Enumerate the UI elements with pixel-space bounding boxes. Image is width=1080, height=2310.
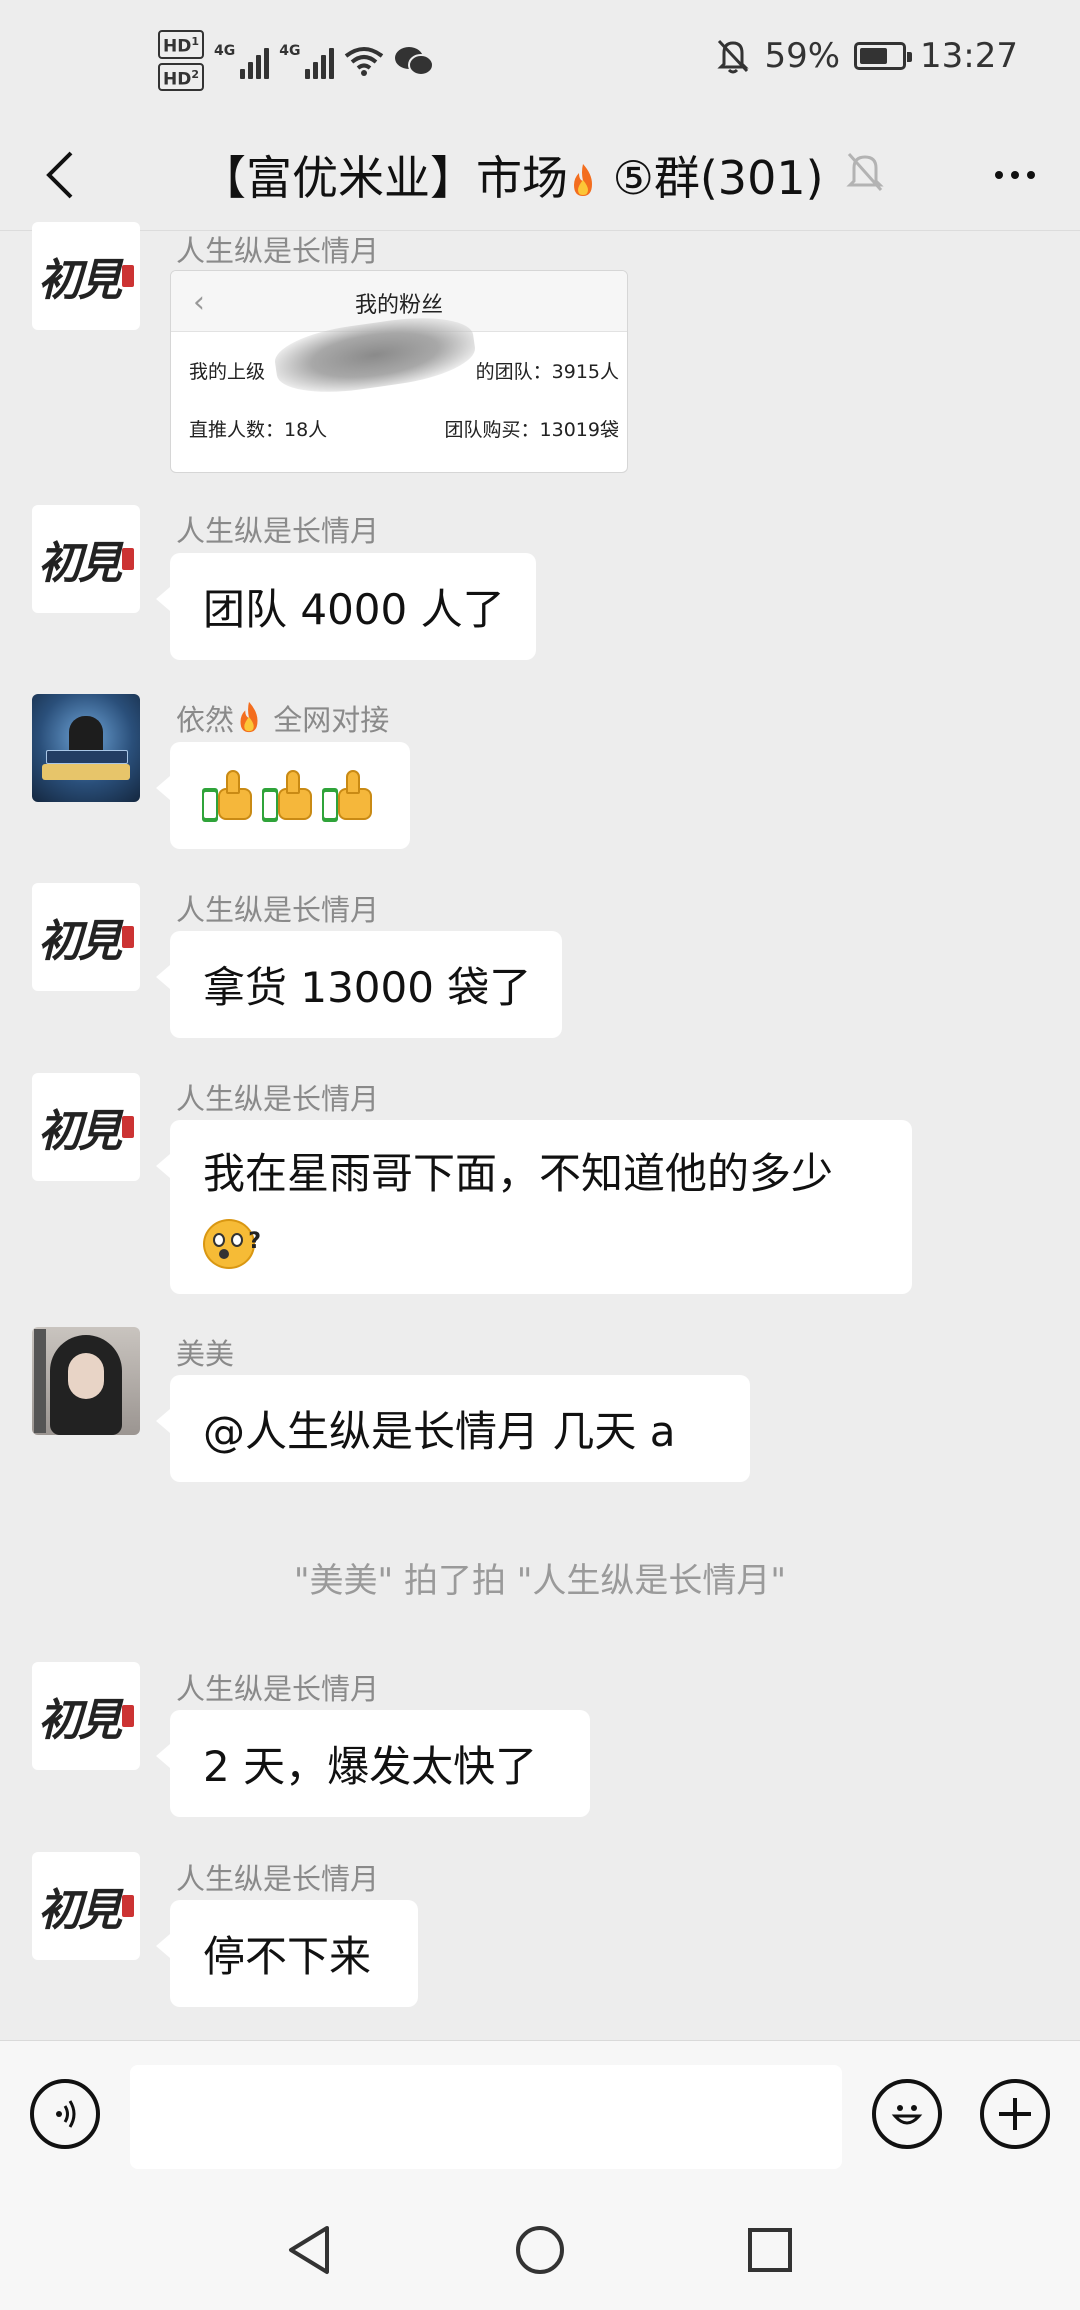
nav-back-button[interactable] xyxy=(280,2220,340,2280)
sender-name: 人生纵是长情月 xyxy=(176,1082,380,1116)
image-message[interactable]: ‹ 我的粉丝 我的上级 的团队：3915人 直推人数：18人 团队购买：1301… xyxy=(170,270,628,473)
back-button[interactable] xyxy=(30,140,90,210)
thumbs-up-emoji xyxy=(200,769,254,822)
sender-name: 人生纵是长情月 xyxy=(176,234,380,268)
system-message: "美美" 拍了拍 "人生纵是长情月" xyxy=(293,1561,787,1601)
thumbs-up-emoji xyxy=(260,769,314,822)
screenshot-row1-right: 的团队：3915人 xyxy=(475,361,619,383)
sender-name: 依然 全网对接 xyxy=(176,697,389,739)
wifi-icon xyxy=(345,46,384,76)
status-time: 13:27 xyxy=(920,36,1018,76)
wechat-icon xyxy=(395,46,435,76)
net2-label: 4G xyxy=(279,42,301,59)
sender-name: 人生纵是长情月 xyxy=(176,514,380,548)
more-features-button[interactable] xyxy=(980,2079,1050,2149)
input-bar xyxy=(0,2040,1080,2191)
thumbs-up-emoji xyxy=(320,769,374,822)
hd-icon: HD1 HD2 xyxy=(158,30,204,92)
mute-icon xyxy=(717,39,750,74)
avatar[interactable]: 初見 xyxy=(32,1852,140,1960)
voice-icon xyxy=(56,2100,76,2128)
screenshot-row2-right: 团队购买：13019袋 xyxy=(444,419,619,441)
chat-title: 【富优米业】市场 ⑤群(301) xyxy=(200,142,824,208)
nav-back-icon xyxy=(289,2226,329,2274)
message-text: 我在星雨哥下面，不知道他的多少 xyxy=(203,1149,834,1198)
confused-emoji: ? xyxy=(203,1213,261,1271)
hd2-label: HD xyxy=(163,69,192,90)
message-bubble[interactable]: 我在星雨哥下面，不知道他的多少 ? xyxy=(156,1120,912,1294)
fire-emoji xyxy=(240,701,258,733)
avatar[interactable]: 初見 xyxy=(32,883,140,991)
system-nav-bar xyxy=(0,2190,1080,2310)
message-bubble[interactable]: 停不下来 xyxy=(156,1900,418,2007)
screenshot-row2-left: 直推人数：18人 xyxy=(189,419,328,441)
message-bubble[interactable]: @人生纵是长情月 几天 a xyxy=(156,1375,750,1482)
nav-home-button[interactable] xyxy=(510,2220,570,2280)
hd1-sub: 1 xyxy=(191,35,199,48)
sender-name: 美美 xyxy=(176,1337,235,1371)
screenshot-title: 我的粉丝 xyxy=(354,293,443,318)
sender-name-main: 依然 xyxy=(176,703,235,737)
voice-button[interactable] xyxy=(30,2079,100,2149)
hd2-sub: 2 xyxy=(191,67,199,81)
avatar[interactable]: 初見 xyxy=(32,505,140,613)
chat-title-main: 【富优米业】市场 xyxy=(200,151,568,205)
signal-icon-2: 4G xyxy=(279,42,335,79)
avatar[interactable]: 初見 xyxy=(32,1073,140,1181)
chat-title-group: ⑤群(301) xyxy=(598,151,824,205)
status-left: HD1 HD2 4G 4G xyxy=(158,30,435,92)
nav-recents-button[interactable] xyxy=(740,2220,800,2280)
status-bar: HD1 HD2 4G 4G 59% 13:27 xyxy=(0,0,1080,120)
chat-header: 【富优米业】市场 ⑤群(301) xyxy=(0,120,1080,231)
sender-name: 人生纵是长情月 xyxy=(176,893,380,927)
battery-icon xyxy=(854,42,913,70)
status-right: 59% 13:27 xyxy=(716,36,1018,76)
emoji-message[interactable] xyxy=(156,742,410,849)
hd1-label: HD xyxy=(163,36,192,57)
message-bubble[interactable]: 拿货 13000 袋了 xyxy=(156,931,562,1038)
message-bubble[interactable]: 团队 4000 人了 xyxy=(156,553,536,660)
nav-recents-icon xyxy=(748,2228,792,2272)
avatar[interactable] xyxy=(32,1327,140,1435)
battery-percent: 59% xyxy=(764,36,841,76)
avatar[interactable]: 初見 xyxy=(32,1662,140,1770)
screenshot-row1-left: 我的上级 xyxy=(189,361,266,383)
message-input[interactable] xyxy=(130,2065,842,2169)
more-button[interactable] xyxy=(980,150,1050,200)
sender-name: 人生纵是长情月 xyxy=(176,1862,380,1896)
sender-name-suffix: 全网对接 xyxy=(264,703,390,737)
avatar[interactable] xyxy=(32,694,140,802)
net1-label: 4G xyxy=(214,42,236,59)
muted-bell-icon xyxy=(846,153,884,191)
sender-name: 人生纵是长情月 xyxy=(176,1672,380,1706)
nav-home-icon xyxy=(516,2226,564,2274)
message-bubble[interactable]: 2 天，爆发太快了 xyxy=(156,1710,590,1817)
emoji-button[interactable] xyxy=(872,2079,942,2149)
fire-emoji xyxy=(574,164,592,196)
signal-icon: 4G xyxy=(214,42,270,79)
back-arrow-icon xyxy=(46,151,73,199)
emoji-icon xyxy=(891,2105,923,2125)
avatar[interactable]: 初見 xyxy=(32,222,140,330)
more-icon xyxy=(995,171,1003,179)
plus-icon xyxy=(999,2098,1031,2130)
